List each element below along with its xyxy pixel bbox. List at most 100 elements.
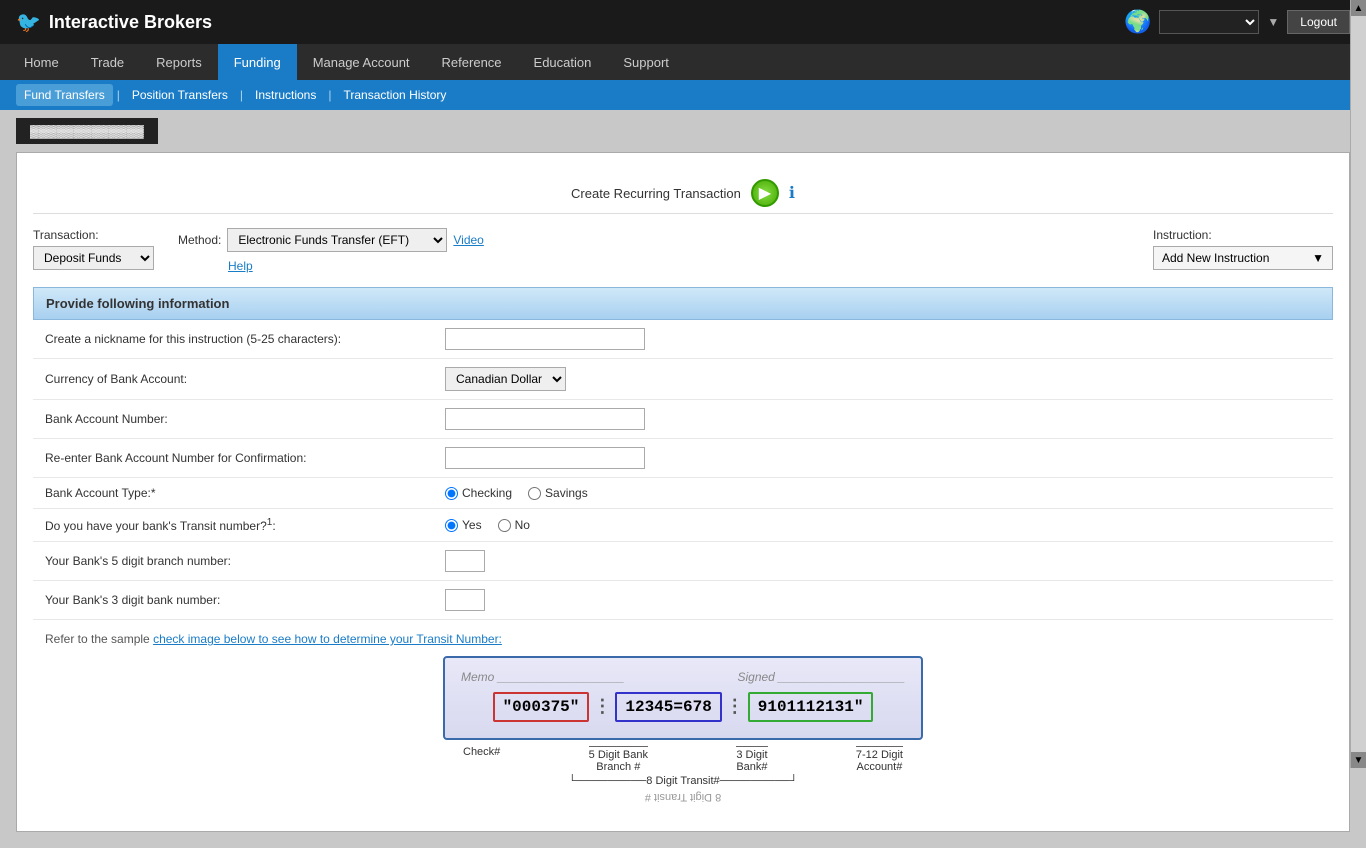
transit-yes-option[interactable]: Yes: [445, 518, 482, 532]
sub-nav-sep-3: |: [328, 88, 331, 102]
checking-option[interactable]: Checking: [445, 486, 512, 500]
check-area: Refer to the sample check image below to…: [33, 620, 1333, 815]
check-num-label: Check#: [463, 746, 500, 773]
transit-question-label: Do you have your bank's Transit number?1…: [33, 509, 433, 542]
transit-yes-label: Yes: [462, 518, 482, 532]
check-memo-line: Memo ___________________ Signed ________…: [461, 670, 905, 684]
globe-icon: 🌍: [1124, 9, 1151, 35]
nickname-label: Create a nickname for this instruction (…: [33, 320, 433, 359]
account-dropdown[interactable]: [1159, 10, 1259, 34]
account-row: ▓▓▓▓▓▓▓▓▓▓▓▓▓: [0, 110, 1366, 152]
controls-row: Transaction: Deposit Funds Withdraw Fund…: [33, 228, 1333, 273]
transit-ref-text: Refer to the sample check image below to…: [45, 632, 1321, 646]
check-diagram: Memo ___________________ Signed ________…: [443, 656, 923, 803]
main-content: Create Recurring Transaction ▶ ℹ Transac…: [0, 152, 1366, 848]
table-row: Re-enter Bank Account Number for Confirm…: [33, 439, 1333, 478]
method-select[interactable]: Electronic Funds Transfer (EFT) Wire Tra…: [227, 228, 447, 252]
help-link[interactable]: Help: [228, 259, 253, 273]
recurring-label: Create Recurring Transaction: [571, 186, 741, 201]
branch-number-label: Your Bank's 5 digit branch number:: [33, 542, 433, 581]
video-link[interactable]: Video: [453, 233, 483, 247]
logout-button[interactable]: Logout: [1287, 10, 1350, 34]
check-image-link[interactable]: check image below to see how to determin…: [153, 632, 502, 646]
checking-label: Checking: [462, 486, 512, 500]
branch-number-input[interactable]: [445, 550, 485, 572]
method-label: Method:: [178, 233, 221, 247]
dropdown-arrow-icon: ▼: [1267, 15, 1279, 29]
logo-area: 🐦 Interactive Brokers: [16, 10, 212, 35]
checking-radio[interactable]: [445, 487, 458, 500]
nav-funding[interactable]: Funding: [218, 44, 297, 80]
nav-trade[interactable]: Trade: [75, 44, 140, 80]
nav-home[interactable]: Home: [8, 44, 75, 80]
transaction-group: Transaction: Deposit Funds Withdraw Fund…: [33, 228, 154, 270]
check-bank-account-num: 9101112131": [748, 692, 874, 722]
table-row: Currency of Bank Account: Canadian Dolla…: [33, 359, 1333, 400]
subnav-position-transfers[interactable]: Position Transfers: [124, 84, 236, 106]
section-header: Provide following information: [33, 287, 1333, 320]
top-bar: 🐦 Interactive Brokers 🌍 ▼ Logout: [0, 0, 1366, 44]
check-separator-1: ⋮: [593, 696, 611, 718]
account-num-label: 7-12 DigitAccount#: [856, 746, 903, 773]
transit-bottom-label: 8 Digit Transit #: [443, 791, 923, 803]
table-row: Bank Account Type:* Checking Savings: [33, 478, 1333, 509]
form-table: Create a nickname for this instruction (…: [33, 320, 1333, 620]
transit-no-option[interactable]: No: [498, 518, 530, 532]
savings-radio[interactable]: [528, 487, 541, 500]
bank-number-input[interactable]: [445, 589, 485, 611]
nav-manage-account[interactable]: Manage Account: [297, 44, 426, 80]
main-nav: Home Trade Reports Funding Manage Accoun…: [0, 44, 1366, 80]
savings-option[interactable]: Savings: [528, 486, 588, 500]
nav-reference[interactable]: Reference: [426, 44, 518, 80]
instruction-group: Instruction: Add New Instruction ▼: [1153, 228, 1333, 270]
content-box: Create Recurring Transaction ▶ ℹ Transac…: [16, 152, 1350, 832]
transit-radio-group: Yes No: [445, 518, 1321, 532]
check-numbers-row: "000375" ⋮ 12345=678 ⋮ 9101112131": [461, 692, 905, 722]
logo-text: Interactive Brokers: [49, 12, 212, 33]
sub-nav-sep-2: |: [240, 88, 243, 102]
table-row: Your Bank's 3 digit bank number:: [33, 581, 1333, 620]
bank-number-label: Your Bank's 3 digit bank number:: [33, 581, 433, 620]
nickname-input[interactable]: [445, 328, 645, 350]
top-right: 🌍 ▼ Logout: [1124, 9, 1350, 35]
sub-nav-sep-1: |: [117, 88, 120, 102]
check-transit-num: 12345=678: [615, 692, 721, 722]
memo-label: Memo ___________________: [461, 670, 624, 684]
transaction-label: Transaction:: [33, 228, 154, 242]
transit-yes-radio[interactable]: [445, 519, 458, 532]
recurring-button[interactable]: ▶: [751, 179, 779, 207]
add-instruction-button[interactable]: Add New Instruction ▼: [1153, 246, 1333, 270]
nav-reports[interactable]: Reports: [140, 44, 218, 80]
info-icon[interactable]: ℹ: [789, 183, 795, 203]
section-title: Provide following information: [46, 296, 229, 311]
instruction-dropdown-arrow: ▼: [1312, 251, 1324, 265]
check-separator-2: ⋮: [726, 696, 744, 718]
bank-account-confirm-input[interactable]: [445, 447, 645, 469]
subnav-instructions[interactable]: Instructions: [247, 84, 324, 106]
branch-num-label: 5 Digit BankBranch #: [589, 746, 648, 773]
method-group: Method: Electronic Funds Transfer (EFT) …: [178, 228, 1129, 273]
subnav-fund-transfers[interactable]: Fund Transfers: [16, 84, 113, 106]
account-select-button[interactable]: ▓▓▓▓▓▓▓▓▓▓▓▓▓: [16, 118, 158, 144]
table-row: Bank Account Number:: [33, 400, 1333, 439]
transit-no-radio[interactable]: [498, 519, 511, 532]
bank-account-confirm-label: Re-enter Bank Account Number for Confirm…: [33, 439, 433, 478]
scrollbar: ▲ ▼: [1350, 0, 1366, 768]
sub-nav: Fund Transfers | Position Transfers | In…: [0, 80, 1366, 110]
scroll-down-button[interactable]: ▼: [1351, 752, 1366, 768]
subnav-transaction-history[interactable]: Transaction History: [335, 84, 454, 106]
nav-education[interactable]: Education: [518, 44, 608, 80]
nav-support[interactable]: Support: [607, 44, 685, 80]
account-type-label: Bank Account Type:*: [33, 478, 433, 509]
recurring-bar: Create Recurring Transaction ▶ ℹ: [33, 169, 1333, 214]
bank-account-number-input[interactable]: [445, 408, 645, 430]
transit-no-label: No: [515, 518, 530, 532]
transaction-select[interactable]: Deposit Funds Withdraw Funds: [33, 246, 154, 270]
scroll-up-button[interactable]: ▲: [1351, 0, 1366, 16]
logo-icon: 🐦: [16, 10, 41, 35]
check-image: Memo ___________________ Signed ________…: [443, 656, 923, 740]
check-labels-row: Check# 5 Digit BankBranch # 3 DigitBank#…: [443, 746, 923, 773]
table-row: Do you have your bank's Transit number?1…: [33, 509, 1333, 542]
transit-bracket-label: └─────────8 Digit Transit#─────────┘: [443, 775, 923, 787]
currency-select[interactable]: Canadian Dollar US Dollar: [445, 367, 566, 391]
